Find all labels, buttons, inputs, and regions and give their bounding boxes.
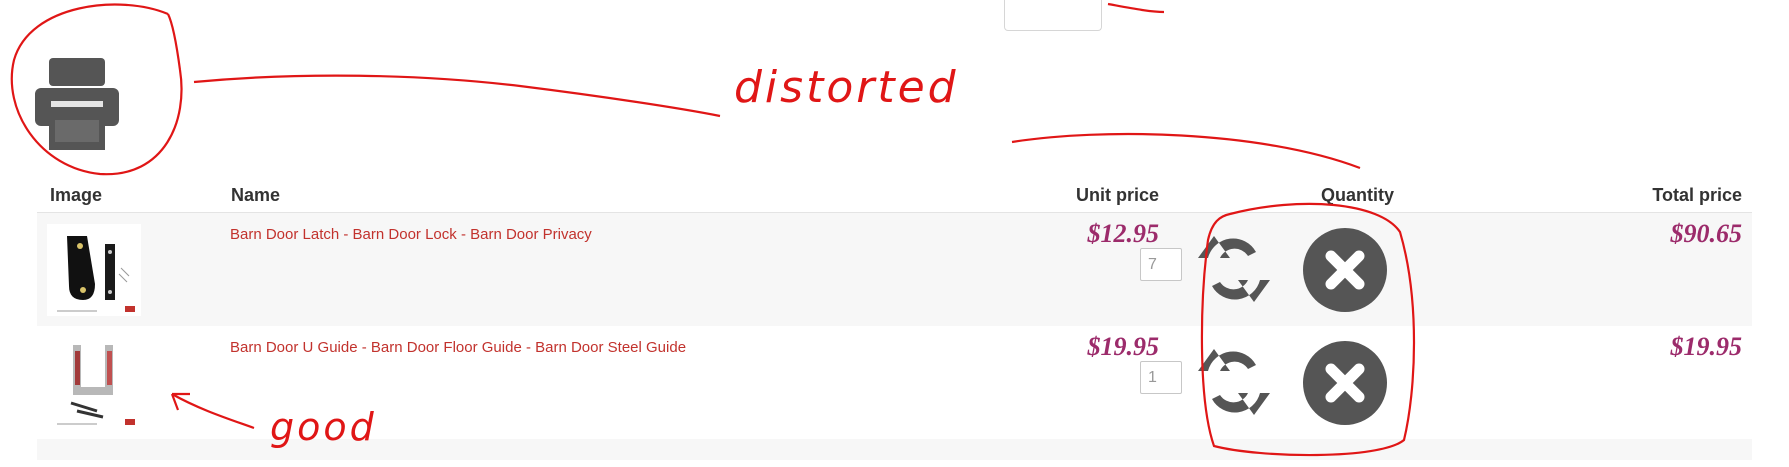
quantity-input[interactable] <box>1140 248 1182 281</box>
printer-icon[interactable] <box>35 58 119 150</box>
refresh-icon[interactable] <box>1194 335 1274 429</box>
header-name: Name <box>231 185 281 205</box>
table-header: Image Name Unit price Quantity Total pri… <box>37 170 1752 213</box>
top-dropdown[interactable] <box>1004 0 1102 31</box>
product-link-u-guide[interactable]: Barn Door U Guide - Barn Door Floor Guid… <box>230 339 686 356</box>
quantity-input[interactable] <box>1140 361 1182 394</box>
refresh-icon[interactable] <box>1194 222 1274 316</box>
product-thumbnail-u-guide[interactable] <box>47 337 141 429</box>
unit-price: $19.95 <box>1087 332 1160 361</box>
product-thumbnail-latch[interactable] <box>47 224 141 316</box>
annotation-label-distorted: distorted <box>734 62 959 113</box>
product-link-latch[interactable]: Barn Door Latch - Barn Door Lock - Barn … <box>230 226 592 243</box>
annotation-stroke-top <box>1107 2 1165 14</box>
annotation-label-good: good <box>270 405 377 449</box>
remove-icon[interactable] <box>1298 336 1392 430</box>
header-quantity: Quantity <box>1321 185 1395 205</box>
header-unit-price: Unit price <box>1075 185 1159 205</box>
total-price: $90.65 <box>1670 219 1743 248</box>
total-price: $19.95 <box>1670 332 1743 361</box>
page: Image Name Unit price Quantity Total pri… <box>0 0 1789 467</box>
remove-icon[interactable] <box>1298 223 1392 317</box>
unit-price: $12.95 <box>1087 219 1160 248</box>
annotation-line-printer <box>193 74 721 118</box>
table-row: Barn Door Latch - Barn Door Lock - Barn … <box>37 213 1752 326</box>
annotation-line-quantity <box>1011 132 1361 170</box>
header-total-price: Total price <box>1652 185 1742 205</box>
header-image: Image <box>50 185 103 205</box>
